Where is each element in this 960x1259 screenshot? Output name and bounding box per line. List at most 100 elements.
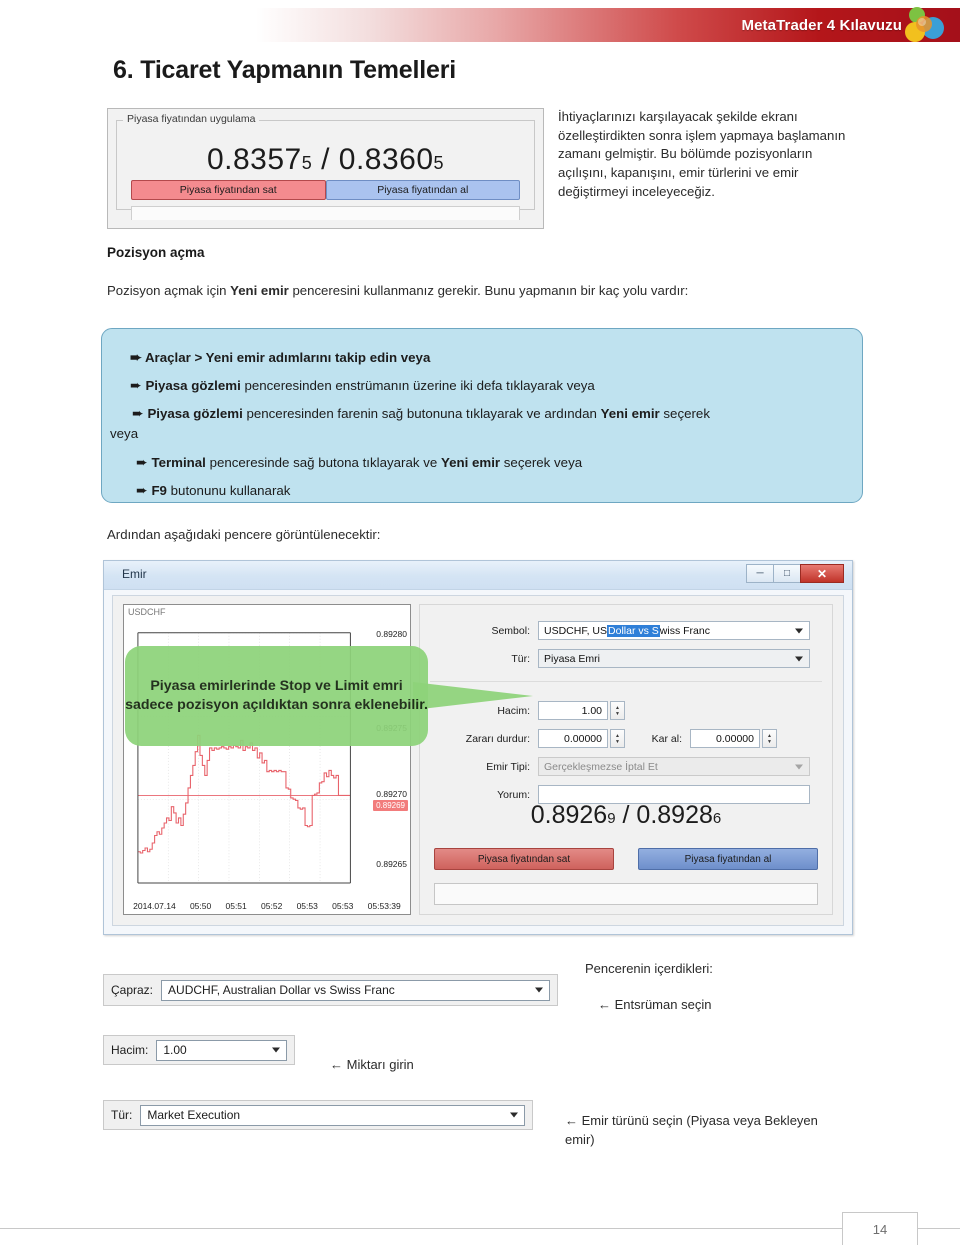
stepper-down-icon[interactable]: ▼ (615, 711, 620, 717)
order-price-quote: 0.89269 / 0.89286 (420, 801, 832, 830)
stop-loss-row: Zararı durdur: 0.00000 ▲ ▼ (420, 729, 625, 748)
arrow-right-icon: ➨ (136, 482, 148, 498)
stop-loss-input[interactable]: 0.00000 (538, 729, 608, 748)
footer-divider (0, 1228, 960, 1229)
bullet-item-3-rest-2: seçerek (659, 406, 710, 421)
intro-paragraph: İhtiyaçlarınızı karşılayacak şekilde ekr… (558, 109, 846, 199)
capraz-widget-screenshot: Çapraz: AUDCHF, Australian Dollar vs Swi… (103, 974, 558, 1006)
minimize-icon[interactable]: ─ (746, 564, 774, 583)
chevron-down-icon[interactable] (795, 656, 803, 661)
bullet-item-4: ➨ Terminal penceresinde sağ butona tıkla… (136, 454, 846, 472)
close-icon[interactable]: ✕ (800, 564, 844, 583)
chevron-down-icon[interactable] (272, 1047, 280, 1053)
symbol-input[interactable]: USDCHF, US Dollar vs Swiss Franc (538, 621, 810, 640)
bid-price: 0.8357 (206, 143, 302, 176)
annotation-instrument: ← Entsrüman seçin (598, 997, 712, 1012)
hacim-select[interactable]: 1.00 (156, 1039, 287, 1061)
y-tick-0: 0.89280 (376, 629, 407, 639)
arrow-right-icon: ➨ (136, 454, 148, 470)
hacim-widget-screenshot: Hacim: 1.00 (103, 1035, 295, 1065)
metatrader-logo-icon (905, 7, 944, 42)
type-select[interactable]: Piyasa Emri (538, 649, 810, 668)
buy-at-market-button[interactable]: Piyasa fiyatından al (325, 180, 520, 200)
symbol-label: Sembol: (491, 624, 530, 637)
take-profit-stepper[interactable]: ▲ ▼ (762, 729, 777, 748)
market-execution-panel-screenshot: Piyasa fiyatından uygulama 0.83575 / 0.8… (107, 108, 544, 229)
bullet-item-1-bold: Araçlar > Yeni emir adımlarını takip edi… (144, 350, 431, 365)
order-action-buttons: Piyasa fiyatından sat Piyasa fiyatından … (434, 848, 818, 870)
x-tick-0: 2014.07.14 (133, 901, 176, 911)
order-bid-price: 0.8926 (530, 801, 608, 829)
maximize-icon[interactable]: □ (773, 564, 801, 583)
order-type-row: Emir Tipi: Gerçekleşmezse İptal Et (420, 757, 832, 776)
symbol-value-selected: Dollar vs S (607, 624, 660, 637)
methods-callout-box: ➨ Araçlar > Yeni emir adımlarını takip e… (101, 328, 863, 503)
arrow-right-icon: ➨ (130, 349, 142, 365)
order-window-body: USDCHF 0.89280 0.89275 0.89270 0.89269 0… (112, 595, 844, 926)
chevron-down-icon (795, 764, 803, 769)
arrow-right-icon: ➨ (130, 377, 142, 393)
capraz-value: AUDCHF, Australian Dollar vs Swiss Franc (168, 983, 395, 997)
chevron-down-icon[interactable] (510, 1112, 518, 1118)
x-tick-1: 05:50 (189, 901, 212, 911)
sell-at-market-button[interactable]: Piyasa fiyatından sat (131, 180, 326, 200)
bullet-item-3: ➨ Piyasa gözlemi penceresinden farenin s… (132, 405, 846, 423)
chevron-down-icon[interactable] (535, 987, 543, 993)
order-type-label: Emir Tipi: (486, 760, 530, 773)
order-window-title: Emir (122, 567, 147, 581)
tur-select[interactable]: Market Execution (140, 1104, 525, 1126)
section-paragraph-emphasis: Yeni emir (230, 283, 289, 298)
bullet-item-4-bold: Terminal (151, 455, 206, 470)
header-banner: MetaTrader 4 Kılavuzu (256, 7, 960, 42)
stop-loss-stepper[interactable]: ▲ ▼ (610, 729, 625, 748)
current-price-tag: 0.89269 (373, 800, 408, 811)
stepper-down-icon[interactable]: ▼ (767, 739, 772, 745)
capraz-label: Çapraz: (111, 983, 154, 997)
take-profit-value: 0.00000 (716, 732, 754, 745)
order-ask-sub: 6 (712, 810, 722, 827)
order-status-bar (434, 883, 818, 905)
bullet-item-5: ➨ F9 butonunu kullanarak (136, 482, 846, 500)
window-controls: ─ □ ✕ (746, 564, 844, 583)
x-tick-4: 05:53 (296, 901, 318, 911)
hacim-value: 1.00 (163, 1043, 187, 1057)
bullet-item-3-rest: penceresinden farenin sağ butonuna tıkla… (242, 406, 601, 421)
order-type-value: Gerçekleşmezse İptal Et (544, 760, 658, 773)
callout-tail (413, 682, 533, 710)
order-type-select[interactable]: Gerçekleşmezse İptal Et (538, 757, 810, 776)
green-callout: Piyasa emirlerinde Stop ve Limit emri sa… (125, 646, 428, 746)
bullet-item-3-bold-2: Yeni emir (600, 406, 660, 421)
capraz-select[interactable]: AUDCHF, Australian Dollar vs Swiss Franc (161, 979, 550, 1001)
volume-input[interactable]: 1.00 (538, 701, 608, 720)
stepper-down-icon[interactable]: ▼ (615, 739, 620, 745)
bullet-item-1: ➨ Araçlar > Yeni emir adımlarını takip e… (130, 349, 846, 367)
tur-widget-screenshot: Tür: Market Execution (103, 1100, 533, 1130)
hacim-label: Hacim: (111, 1043, 149, 1057)
price-panel-group: Piyasa fiyatından uygulama 0.83575 / 0.8… (116, 113, 535, 220)
section-paragraph-part-c: penceresini kullanmanız gerekir. Bunu ya… (288, 283, 689, 298)
price-separator: / (321, 143, 330, 176)
volume-stepper[interactable]: ▲ ▼ (610, 701, 625, 720)
order-window-titlebar: Emir ─ □ ✕ (104, 561, 852, 590)
page-number: 14 (842, 1212, 918, 1245)
comment-label: Yorum: (497, 788, 530, 801)
price-panel-buttons: Piyasa fiyatından sat Piyasa fiyatından … (131, 180, 520, 200)
ask-price-sub: 5 (433, 153, 445, 173)
section-heading: Pozisyon açma (107, 245, 205, 260)
bullet-item-3-bold: Piyasa gözlemi (147, 406, 243, 421)
annotation-heading: Pencerenin içerdikleri: (585, 961, 713, 976)
figure-caption: Ardından aşağıdaki pencere görüntülenece… (107, 527, 381, 542)
order-buy-button[interactable]: Piyasa fiyatından al (638, 848, 818, 870)
take-profit-input[interactable]: 0.00000 (690, 729, 760, 748)
stop-loss-label: Zararı durdur: (465, 732, 530, 745)
chevron-down-icon[interactable] (795, 628, 803, 633)
symbol-value-post: wiss Franc (659, 624, 710, 637)
order-sell-button[interactable]: Piyasa fiyatından sat (434, 848, 614, 870)
ask-price: 0.8360 (338, 143, 434, 176)
x-tick-3: 05:52 (261, 901, 283, 911)
order-bid-sub: 9 (607, 810, 616, 827)
tur-value: Market Execution (147, 1108, 241, 1122)
price-quote: 0.83575 / 0.83605 (117, 143, 534, 177)
symbol-value-pre: USDCHF, US (544, 624, 608, 637)
x-tick-2: 05:51 (225, 901, 247, 911)
